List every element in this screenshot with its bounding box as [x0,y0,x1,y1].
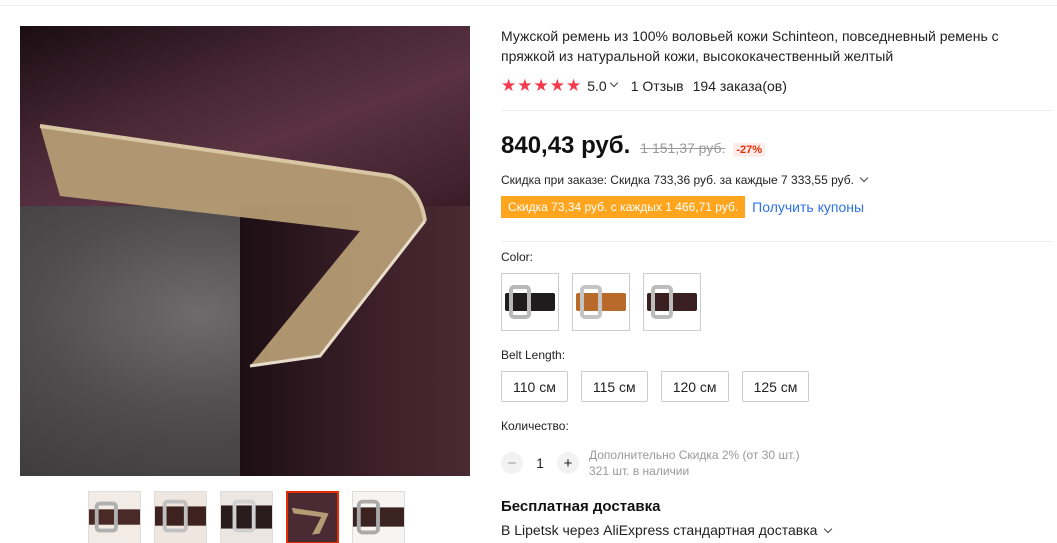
bulk-discount-text: Дополнительно Скидка 2% (от 30 шт.) [589,448,800,462]
size-option-120[interactable]: 120 см [660,371,729,402]
star-icon: ★ [517,76,533,95]
star-icon: ★ [549,76,565,95]
thumbnail-2[interactable] [154,491,207,543]
color-label: Color: [501,250,534,264]
belt-length-options: 110 см 115 см 120 см 125 см [501,371,810,402]
quantity-info: Дополнительно Скидка 2% (от 30 шт.) 321 … [589,447,800,479]
chevron-down-icon [824,524,833,534]
old-price: 1 151,37 руб. [640,140,726,156]
thumbnail-5[interactable] [352,491,405,543]
order-discount-line[interactable]: Скидка при заказе: Скидка 733,36 руб. за… [501,173,869,187]
quantity-minus-button[interactable]: − [501,452,523,474]
size-option-115[interactable]: 115 см [580,371,648,402]
orders-count: 194 заказа(ов) [692,77,787,94]
coupon-tag: Скидка 73,34 руб. с каждых 1 466,71 руб. [501,196,746,218]
rating-value[interactable]: 5.0 [587,78,606,94]
order-discount-text: Скидка при заказе: Скидка 733,36 руб. за… [501,173,854,187]
stock-text: 321 шт. в наличии [589,464,690,478]
belt-length-label: Belt Length: [501,348,566,362]
get-coupons-link[interactable]: Получить купоны [752,199,864,215]
size-option-110[interactable]: 110 см [501,371,568,402]
star-icon: ★ [566,76,582,95]
thumbnail-1[interactable] [88,491,141,543]
divider [501,110,1053,111]
quantity-label: Количество: [501,419,569,433]
product-info-panel: Мужской ремень из 100% воловьей кожи Sch… [501,26,1057,538]
divider [501,241,1053,242]
top-divider [0,0,1057,6]
quantity-value[interactable]: 1 [523,455,557,471]
quantity-stepper: − 1 + Дополнительно Скидка 2% (от 30 шт.… [501,447,800,479]
current-price: 840,43 руб. [501,132,631,159]
shipping-details-text: В Lipetsk через AliExpress стандартная д… [501,522,818,538]
image-cut-edge [39,124,427,368]
rating-row: ★ ★ ★ ★ ★ 5.0 1 Отзыв 194 заказа(ов) [501,77,787,94]
color-option-brown[interactable] [643,273,701,331]
chevron-down-icon [860,173,869,183]
color-option-tan[interactable] [572,273,630,331]
discount-badge: -27% [733,143,766,157]
star-icon: ★ [501,76,517,95]
star-icon: ★ [533,76,549,95]
shipping-title: Бесплатная доставка [501,498,661,515]
color-option-black[interactable] [501,273,559,331]
color-options [501,273,701,331]
product-title: Мужской ремень из 100% воловьей кожи Sch… [501,28,999,64]
thumbnail-3[interactable] [220,491,273,543]
price-row: 840,43 руб. 1 151,37 руб. -27% [501,132,766,160]
star-rating: ★ ★ ★ ★ ★ [501,77,581,94]
chevron-down-icon[interactable] [609,78,618,87]
main-product-image[interactable] [20,26,470,476]
thumbnail-strip [88,491,405,543]
quantity-plus-button[interactable]: + [557,452,579,474]
size-option-125[interactable]: 125 см [741,371,810,402]
coupon-row: Скидка 73,34 руб. с каждых 1 466,71 руб.… [501,196,864,218]
shipping-details[interactable]: В Lipetsk через AliExpress стандартная д… [501,522,833,538]
reviews-link[interactable]: 1 Отзыв [631,78,684,94]
thumbnail-4[interactable] [286,491,339,543]
